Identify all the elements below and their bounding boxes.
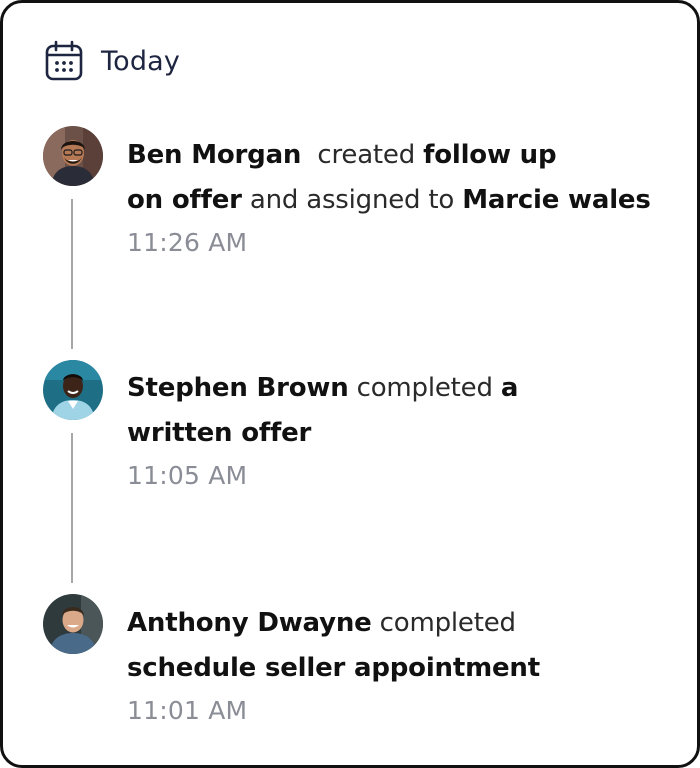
- assignee-name[interactable]: Marcie wales: [462, 185, 651, 215]
- avatar-stephen-brown-image: [43, 360, 103, 420]
- activity-description: Anthony Dwayne completed schedule seller…: [127, 601, 687, 691]
- activity-verb: completed: [356, 373, 493, 403]
- task-name[interactable]: a: [501, 373, 519, 403]
- actor-name[interactable]: Stephen Brown: [127, 373, 349, 403]
- actor-name[interactable]: Ben Morgan: [127, 140, 301, 170]
- timeline-line: [71, 199, 73, 349]
- activity-header: Today: [45, 39, 180, 83]
- activity-card: Today Ben Morgan created follow up on of…: [0, 0, 700, 768]
- actor-name[interactable]: Anthony Dwayne: [127, 608, 372, 638]
- task-name[interactable]: on offer: [127, 185, 242, 215]
- avatar[interactable]: [43, 360, 103, 420]
- activity-timestamp: 11:01 AM: [127, 696, 248, 725]
- task-name[interactable]: schedule seller appointment: [127, 653, 540, 683]
- activity-verb: completed: [379, 608, 516, 638]
- avatar[interactable]: [43, 594, 103, 654]
- calendar-icon: [45, 40, 83, 81]
- activity-timestamp: 11:05 AM: [127, 461, 248, 490]
- timeline-line: [71, 433, 73, 583]
- activity-verb: created: [317, 140, 416, 170]
- task-name[interactable]: follow up: [423, 140, 556, 170]
- activity-description: Stephen Brown completed a written offer: [127, 366, 687, 456]
- activity-connector: and assigned to: [249, 185, 455, 215]
- task-name[interactable]: written offer: [127, 418, 311, 448]
- activity-timestamp: 11:26 AM: [127, 228, 248, 257]
- activity-item: Stephen Brown completed a written offer …: [127, 366, 687, 490]
- activity-item: Ben Morgan created follow up on offer an…: [127, 133, 687, 257]
- header-title: Today: [101, 45, 181, 77]
- avatar-ben-morgan-image: [43, 126, 103, 186]
- activity-item: Anthony Dwayne completed schedule seller…: [127, 601, 687, 725]
- avatar[interactable]: [43, 126, 103, 186]
- activity-description: Ben Morgan created follow up on offer an…: [127, 133, 687, 223]
- avatar-anthony-dwayne-image: [43, 594, 103, 654]
